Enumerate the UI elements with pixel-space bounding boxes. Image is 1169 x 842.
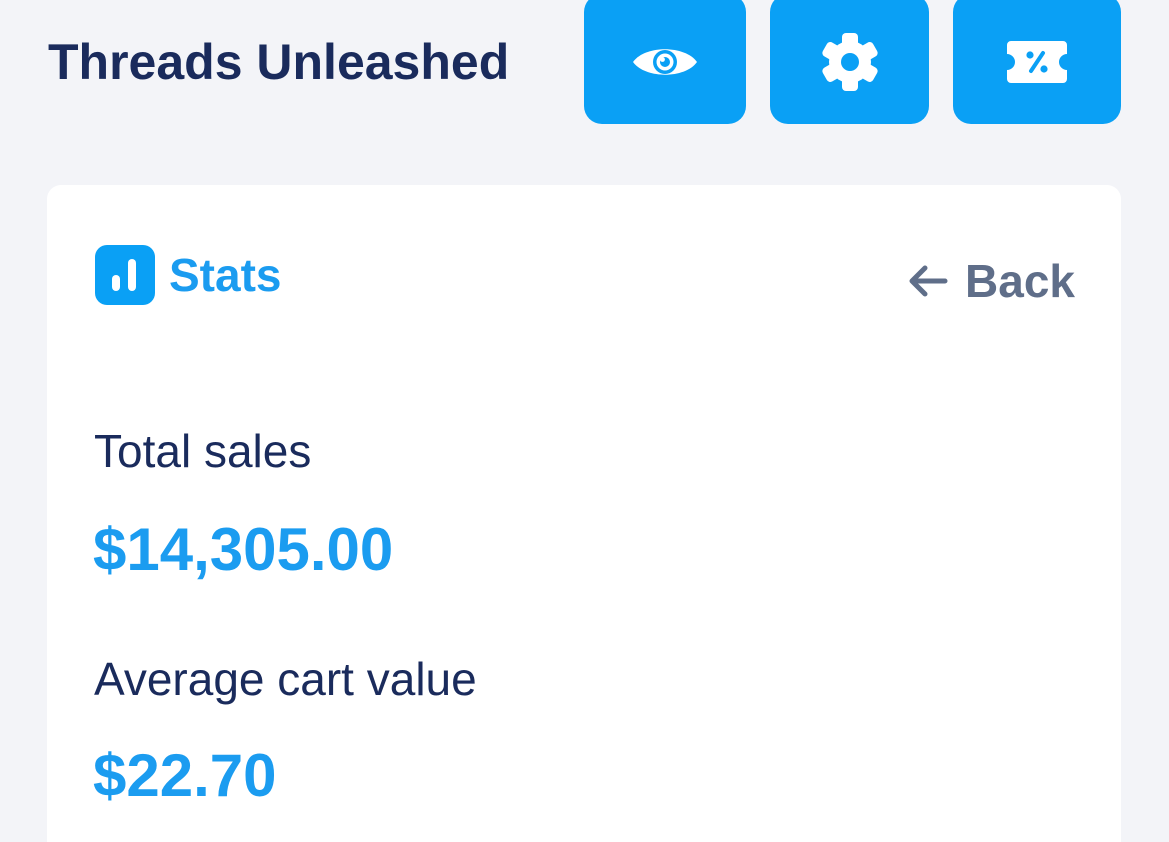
store-title: Threads Unleashed [48,34,510,90]
stats-card: Stats Back Total sales $14,305.00 Averag… [47,185,1121,842]
average-cart-value-value: $22.70 [93,742,277,809]
back-button[interactable]: Back [907,251,1075,311]
preview-button[interactable] [584,0,746,124]
discount-button[interactable] [953,0,1121,124]
total-sales-value: $14,305.00 [93,516,394,583]
bar-chart-icon [95,245,155,305]
gear-icon [821,33,878,91]
average-cart-value-label: Average cart value [94,653,477,705]
stats-title: Stats [169,249,282,301]
back-label: Back [965,255,1075,307]
total-sales-label: Total sales [94,425,312,477]
settings-button[interactable] [770,0,929,124]
page: Threads Unleashed Stats Back Total sales… [0,0,1169,842]
arrow-left-icon [909,265,948,297]
eye-icon [633,49,697,75]
stats-header: Stats [95,245,281,305]
discount-ticket-icon [1007,41,1067,83]
